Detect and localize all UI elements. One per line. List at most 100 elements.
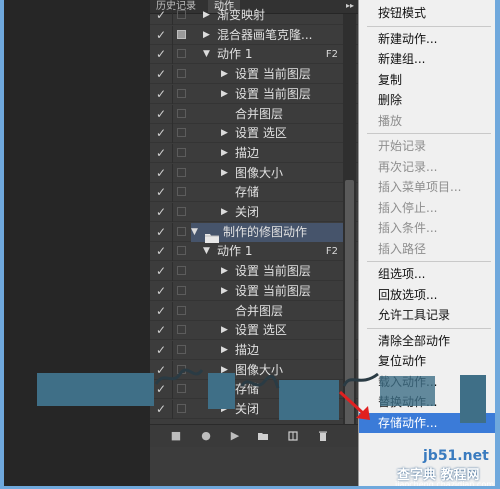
toggle-check-icon[interactable]: ✓ xyxy=(155,264,167,278)
action-row[interactable]: ✓ 合并图层 xyxy=(150,105,358,124)
toggle-check-icon[interactable]: ✓ xyxy=(155,8,167,22)
menu-item[interactable]: 复制 xyxy=(359,70,496,90)
action-row[interactable]: ✓ 存储 xyxy=(150,183,358,202)
action-set-row[interactable]: ✓ ▼ 制作的修图动作 xyxy=(150,223,358,243)
menu-separator xyxy=(367,261,491,262)
dialog-toggle-icon[interactable] xyxy=(177,286,186,295)
action-row[interactable]: ✓ ▶ 设置 当前图层 xyxy=(150,262,358,281)
expand-down-icon[interactable]: ▼ xyxy=(203,242,210,261)
column-divider xyxy=(172,223,173,242)
play-icon[interactable]: ▶ xyxy=(229,430,241,442)
dialog-toggle-icon[interactable] xyxy=(177,128,186,137)
action-row[interactable]: ✓ ▶ 设置 当前图层 xyxy=(150,65,358,84)
dialog-toggle-icon[interactable] xyxy=(177,89,186,98)
row-label: 动作 1 xyxy=(217,47,253,61)
toggle-check-icon[interactable]: ✓ xyxy=(155,402,167,416)
menu-item: 开始记录 xyxy=(378,139,427,153)
toggle-check-icon[interactable]: ✓ xyxy=(155,304,167,318)
new-action-icon[interactable] xyxy=(287,430,299,442)
dialog-toggle-icon[interactable] xyxy=(177,404,186,413)
action-row[interactable]: ✓ ▼ 动作 1 F2 xyxy=(150,45,358,64)
dialog-toggle-icon[interactable] xyxy=(177,30,186,39)
row-content: ▶ 设置 选区 xyxy=(191,124,344,143)
action-row[interactable]: ✓ ▶ 设置 当前图层 xyxy=(150,282,358,301)
row-label: 混合器画笔克隆... xyxy=(217,28,313,42)
dialog-toggle-icon[interactable] xyxy=(177,168,186,177)
toggle-check-icon[interactable]: ✓ xyxy=(155,185,167,199)
menu-item[interactable]: 新建动作... xyxy=(359,29,496,49)
column-divider xyxy=(172,183,173,202)
action-row[interactable]: ✓ 合并图层 xyxy=(150,302,358,321)
dialog-toggle-icon[interactable] xyxy=(177,187,186,196)
dialog-toggle-icon[interactable] xyxy=(177,207,186,216)
action-row[interactable]: ✓ ▶ 图像大小 xyxy=(150,164,358,183)
toggle-check-icon[interactable]: ✓ xyxy=(155,87,167,101)
dialog-toggle-icon[interactable] xyxy=(177,69,186,78)
toggle-check-icon[interactable]: ✓ xyxy=(155,323,167,337)
expand-right-icon[interactable]: ▶ xyxy=(221,164,228,183)
dialog-toggle-icon[interactable] xyxy=(177,109,186,118)
toggle-check-icon[interactable]: ✓ xyxy=(155,205,167,219)
delete-trash-icon[interactable] xyxy=(317,430,329,442)
toggle-check-icon[interactable]: ✓ xyxy=(155,166,167,180)
stop-icon[interactable]: ■ xyxy=(170,430,182,442)
action-row[interactable]: ✓ ▶ 描边 xyxy=(150,341,358,360)
toggle-check-icon[interactable]: ✓ xyxy=(155,284,167,298)
dialog-toggle-icon[interactable] xyxy=(177,148,186,157)
action-row[interactable]: ✓ ▶ 设置 选区 xyxy=(150,124,358,143)
watermark-block xyxy=(380,376,435,406)
expand-right-icon[interactable]: ▶ xyxy=(221,282,228,301)
row-content: ▶ 设置 当前图层 xyxy=(191,65,344,84)
row-label: 设置 当前图层 xyxy=(235,284,311,298)
dialog-toggle-icon[interactable] xyxy=(177,246,186,255)
menu-item[interactable]: 按钮模式 xyxy=(359,3,496,23)
expand-right-icon[interactable]: ▶ xyxy=(221,321,228,340)
expand-down-icon[interactable]: ▼ xyxy=(203,45,210,64)
new-set-folder-icon[interactable] xyxy=(257,430,269,442)
action-row[interactable]: ✓ ▶ 混合器画笔克隆... xyxy=(150,26,358,45)
expand-right-icon[interactable]: ▶ xyxy=(221,65,228,84)
dialog-toggle-icon[interactable] xyxy=(177,227,186,236)
toggle-check-icon[interactable]: ✓ xyxy=(155,146,167,160)
row-content: ▼ 动作 1 F2 xyxy=(191,45,344,64)
dialog-toggle-icon[interactable] xyxy=(177,306,186,315)
dialog-toggle-icon[interactable] xyxy=(177,325,186,334)
toggle-check-icon[interactable]: ✓ xyxy=(155,28,167,42)
dialog-toggle-icon[interactable] xyxy=(177,266,186,275)
toggle-check-icon[interactable]: ✓ xyxy=(155,107,167,121)
toggle-check-icon[interactable]: ✓ xyxy=(155,343,167,357)
menu-item[interactable]: 删除 xyxy=(359,90,496,110)
action-row[interactable]: ✓ ▶ 设置 选区 xyxy=(150,321,358,340)
action-row[interactable]: ✓ ▶ 描边 xyxy=(150,144,358,163)
toggle-check-icon[interactable]: ✓ xyxy=(155,225,167,239)
toggle-check-icon[interactable]: ✓ xyxy=(155,67,167,81)
action-row[interactable]: ✓ ▼ 动作 1 F2 xyxy=(150,242,358,261)
dialog-toggle-icon[interactable] xyxy=(177,10,186,19)
expand-right-icon[interactable]: ▶ xyxy=(203,26,210,45)
dialog-toggle-icon[interactable] xyxy=(177,345,186,354)
expand-right-icon[interactable]: ▶ xyxy=(221,124,228,143)
menu-item[interactable]: 新建组... xyxy=(359,49,496,69)
function-key-label: F2 xyxy=(325,246,338,257)
menu-item[interactable]: 复位动作 xyxy=(359,351,496,371)
action-row[interactable]: ✓ ▶ 渐变映射 xyxy=(150,6,358,25)
expand-right-icon[interactable]: ▶ xyxy=(221,341,228,360)
menu-item[interactable]: 清除全部动作 xyxy=(359,331,496,351)
expand-right-icon[interactable]: ▶ xyxy=(203,6,210,25)
toggle-check-icon[interactable]: ✓ xyxy=(155,126,167,140)
expand-right-icon[interactable]: ▶ xyxy=(221,203,228,222)
expand-right-icon[interactable]: ▶ xyxy=(221,144,228,163)
action-row[interactable]: ✓ ▶ 关闭 xyxy=(150,203,358,222)
menu-item[interactable]: 回放选项... xyxy=(359,285,496,305)
menu-item[interactable]: 组选项... xyxy=(359,264,496,284)
dialog-toggle-icon[interactable] xyxy=(177,49,186,58)
expand-right-icon[interactable]: ▶ xyxy=(221,262,228,281)
column-divider xyxy=(172,282,173,301)
action-row[interactable]: ✓ ▶ 设置 当前图层 xyxy=(150,85,358,104)
toggle-check-icon[interactable]: ✓ xyxy=(155,47,167,61)
menu-item[interactable]: 允许工具记录 xyxy=(359,305,496,325)
expand-down-icon[interactable]: ▼ xyxy=(191,223,198,242)
expand-right-icon[interactable]: ▶ xyxy=(221,85,228,104)
record-icon[interactable]: ● xyxy=(200,430,212,442)
toggle-check-icon[interactable]: ✓ xyxy=(155,244,167,258)
